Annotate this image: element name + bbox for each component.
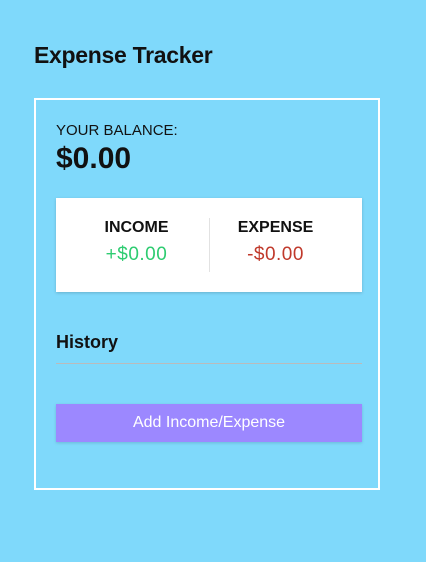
income-value: +$0.00	[105, 244, 168, 265]
app-title: Expense Tracker	[34, 42, 213, 68]
expense-label: EXPENSE	[237, 219, 314, 236]
expense-value: -$0.00	[247, 244, 304, 265]
income-label: INCOME	[104, 219, 169, 236]
income-column: INCOME +$0.00	[60, 198, 213, 292]
history-title: History	[56, 332, 119, 352]
balance-label: YOUR BALANCE:	[56, 122, 178, 139]
balance-amount: $0.00	[56, 142, 132, 175]
add-income-expense-button[interactable]: Add Income/Expense	[56, 404, 362, 442]
history-divider	[56, 363, 362, 364]
tracker-container: YOUR BALANCE: $0.00 INCOME +$0.00 EXPENS…	[34, 98, 380, 490]
expense-column: EXPENSE -$0.00	[199, 198, 352, 292]
income-expense-summary: INCOME +$0.00 EXPENSE -$0.00	[56, 198, 362, 292]
